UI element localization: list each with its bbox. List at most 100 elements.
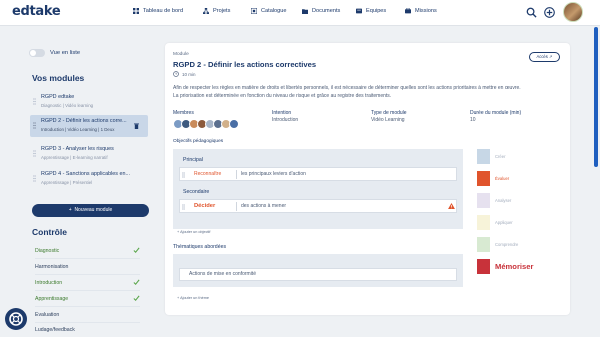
taxonomy-label: Évaluer: [495, 176, 510, 181]
lifebuoy-icon: [9, 312, 23, 326]
taxonomy-swatch: [477, 237, 490, 252]
clock-icon: [173, 71, 179, 77]
nav-label: Catalogue: [261, 8, 287, 14]
search-icon[interactable]: [526, 7, 537, 18]
documents-icon: [302, 9, 308, 14]
themes-title: Thématiques abordées: [173, 244, 227, 250]
themes-box: Actions de mise en conformité: [173, 254, 463, 287]
module-item[interactable]: RGPD 3 - Analyser les risques Apprentiss…: [30, 143, 148, 165]
control-title: Contrôle: [32, 227, 67, 237]
module-title: RGPD 2 - Définir les actions corre...: [41, 118, 127, 124]
module-title: RGPD 3 - Analyser les risques: [41, 146, 114, 152]
member-avatar[interactable]: [229, 119, 239, 129]
nav-missions[interactable]: Missions: [405, 8, 437, 14]
drag-handle-icon[interactable]: [33, 98, 36, 105]
module-item[interactable]: RGPD edtake Diagnostic | Vidéo learning: [30, 91, 148, 113]
nav-teams[interactable]: Equipes: [356, 8, 386, 14]
taxonomy-swatch: [477, 149, 490, 164]
drag-handle-icon[interactable]: [33, 175, 36, 182]
control-label: Introduction: [35, 280, 63, 286]
list-view-toggle[interactable]: [29, 49, 45, 57]
objective-row-principal[interactable]: Reconnaître les principaux leviers d'act…: [179, 167, 457, 181]
taxonomy-swatch: [477, 193, 490, 208]
objective-text[interactable]: les principaux leviers d'action: [241, 171, 306, 177]
objectives-title: Objectifs pédagogiques: [173, 139, 224, 144]
user-avatar[interactable]: [563, 2, 583, 22]
add-theme-link[interactable]: + Ajouter un thème: [177, 296, 209, 300]
nav-dashboard[interactable]: Tableau de bord: [133, 8, 183, 14]
trash-icon[interactable]: [134, 123, 139, 129]
module-subtitle: Apprentissage | E-learning narratif: [41, 155, 108, 160]
divider: [35, 258, 140, 259]
module-kind-label: Module: [173, 52, 189, 57]
warning-icon[interactable]: [448, 203, 455, 209]
divider: [35, 274, 140, 275]
new-module-button[interactable]: + Nouveau module: [32, 204, 149, 217]
external-link-icon: ↗: [549, 54, 553, 59]
drag-handle-icon[interactable]: [182, 172, 185, 178]
objective-verb[interactable]: Décider: [194, 203, 215, 209]
app-logo[interactable]: edtake: [12, 4, 61, 19]
module-subtitle: Apprentissage | Présentiel: [41, 180, 93, 185]
module-item-active[interactable]: RGPD 2 - Définir les actions corre... In…: [30, 115, 148, 137]
objective-verb[interactable]: Reconnaître: [194, 171, 221, 177]
new-module-label: Nouveau module: [74, 207, 113, 213]
control-item-apprentissage[interactable]: Apprentissage: [35, 295, 140, 302]
divider: [236, 202, 237, 211]
nav-documents[interactable]: Documents: [302, 8, 340, 14]
add-objective-link[interactable]: + Ajouter un objectif: [177, 230, 210, 234]
objective-text[interactable]: des actions à mener: [241, 203, 286, 209]
drag-handle-icon[interactable]: [33, 150, 36, 157]
module-duration: 10 min: [173, 71, 196, 77]
page-scrollbar[interactable]: [594, 27, 598, 167]
control-label: Evaluation: [35, 312, 60, 318]
type-label: Type de module: [371, 110, 407, 116]
nav-catalog[interactable]: Catalogue: [251, 8, 287, 14]
control-label: Diagnostic: [35, 248, 60, 254]
length-value: 10: [470, 117, 476, 123]
type-value: Vidéo Learning: [371, 117, 405, 123]
taxonomy-label-active: Mémoriser: [495, 262, 534, 271]
control-item-evaluation[interactable]: Evaluation: [35, 312, 140, 318]
objective-row-secondary[interactable]: Décider des actions à mener: [179, 199, 457, 213]
drag-handle-icon[interactable]: [182, 204, 185, 210]
nav-label: Documents: [312, 8, 341, 14]
missions-icon: [405, 8, 411, 14]
taxonomy-label: Appliquer: [495, 220, 513, 225]
members-label: Membres: [173, 110, 194, 116]
control-item-introduction[interactable]: Introduction: [35, 279, 140, 286]
modules-title: Vos modules: [32, 73, 85, 83]
list-view-label: Vue en liste: [50, 50, 81, 56]
drag-handle-icon[interactable]: [33, 122, 36, 129]
theme-item[interactable]: Actions de mise en conformité: [179, 268, 457, 281]
help-button[interactable]: [5, 308, 27, 330]
control-item-diagnostic[interactable]: Diagnostic: [35, 247, 140, 254]
taxonomy-swatch: [477, 171, 490, 186]
dashboard-icon: [133, 8, 139, 14]
control-item-ludage[interactable]: Ludage/feedback: [35, 327, 140, 333]
projects-icon: [203, 8, 209, 14]
check-icon: [133, 295, 140, 302]
divider: [35, 322, 140, 323]
module-title: RGPD 4 - Sanctions applicables en...: [41, 171, 130, 177]
module-subtitle: Diagnostic | Vidéo learning: [41, 103, 94, 108]
description-line: Afin de respecter les règles en matière …: [173, 85, 521, 91]
module-card: Module RGPD 2 - Définir les actions corr…: [165, 43, 570, 315]
length-label: Durée du module (min): [470, 110, 522, 116]
control-item-harmonisation[interactable]: Harmonisation: [35, 264, 140, 270]
add-icon[interactable]: [544, 7, 555, 18]
module-title: RGPD 2 - Définir les actions correctives: [173, 60, 317, 69]
secondary-label: Secondaire: [183, 189, 210, 195]
access-button[interactable]: Accès ↗: [529, 52, 560, 62]
taxonomy-label: Comprendre: [495, 242, 519, 247]
taxonomy-swatch: [477, 259, 490, 274]
divider: [35, 290, 140, 291]
objectives-box: Principal Reconnaître les principaux lev…: [173, 149, 463, 229]
teams-icon: [356, 8, 362, 14]
module-item[interactable]: RGPD 4 - Sanctions applicables en... App…: [30, 168, 148, 190]
module-title: RGPD edtake: [41, 94, 75, 100]
intention-value: Introduction: [272, 117, 299, 123]
check-icon: [133, 247, 140, 254]
nav-projects[interactable]: Projets: [203, 8, 230, 14]
nav-label: Tableau de bord: [143, 8, 184, 14]
